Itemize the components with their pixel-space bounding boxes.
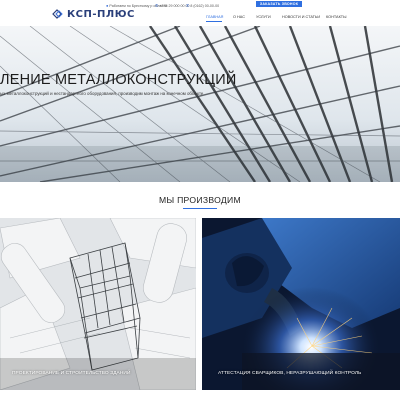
callback-button[interactable]: ЗАКАЗАТЬ ЗВОНОК — [256, 1, 302, 7]
blueprint-model-image — [0, 218, 196, 390]
phone-icon: ✆ — [186, 3, 190, 8]
phone-landline-text: 8 (0162) 00-00-00 — [190, 3, 220, 8]
section-title-underline — [183, 208, 217, 210]
nav-contacts[interactable]: Контакты — [326, 15, 346, 19]
hero-banner: ЛЕНИЕ МЕТАЛЛОКОНСТРУКЦИЙ ых металлоконст… — [0, 26, 400, 182]
nav-news[interactable]: Новости и статьи — [282, 15, 320, 19]
phone-icon: ✆ — [155, 3, 159, 8]
site-logo[interactable]: КСП-ПЛЮС — [52, 8, 135, 20]
card-caption: ПРОЕКТИРОВАНИЕ И СТРОИТЕЛЬСТВО ЗДАНИЙ — [12, 371, 131, 376]
phone-mobile[interactable]: ✆ +375 29 000 00 00 — [155, 3, 189, 8]
page-bottom-strip — [0, 390, 400, 400]
service-card-welding[interactable]: АТТЕСТАЦИЯ СВАРЩИКОВ, НЕРАЗРУШАЮЩИЙ КОНТ… — [202, 218, 400, 390]
hero-subtitle: ых металлоконструкций и нестандартного о… — [0, 91, 204, 96]
logo-mark-icon — [52, 9, 63, 19]
hero-title: ЛЕНИЕ МЕТАЛЛОКОНСТРУКЦИЙ — [0, 72, 237, 88]
logo-text: КСП-ПЛЮС — [67, 8, 135, 20]
hero-steel-structure-image — [0, 26, 400, 182]
site-header: КСП-ПЛЮС ● Работаем по Бресткому р облас… — [0, 0, 400, 26]
nav-services[interactable]: Услуги — [256, 15, 271, 19]
phone-landline[interactable]: ✆ 8 (0162) 00-00-00 — [186, 3, 219, 8]
phone-mobile-text: +375 29 000 00 00 — [159, 3, 190, 8]
nav-home[interactable]: Главная — [206, 15, 223, 19]
nav-active-indicator — [206, 21, 222, 22]
nav-about[interactable]: О нас — [233, 15, 245, 19]
location-pin-icon: ● — [106, 3, 109, 8]
section-title: МЫ ПРОИЗВОДИМ — [159, 195, 241, 205]
service-card-design[interactable]: ПРОЕКТИРОВАНИЕ И СТРОИТЕЛЬСТВО ЗДАНИЙ — [0, 218, 196, 390]
welder-photo-image — [202, 218, 400, 390]
card-caption: АТТЕСТАЦИЯ СВАРЩИКОВ, НЕРАЗРУШАЮЩИЙ КОНТ… — [218, 371, 362, 376]
